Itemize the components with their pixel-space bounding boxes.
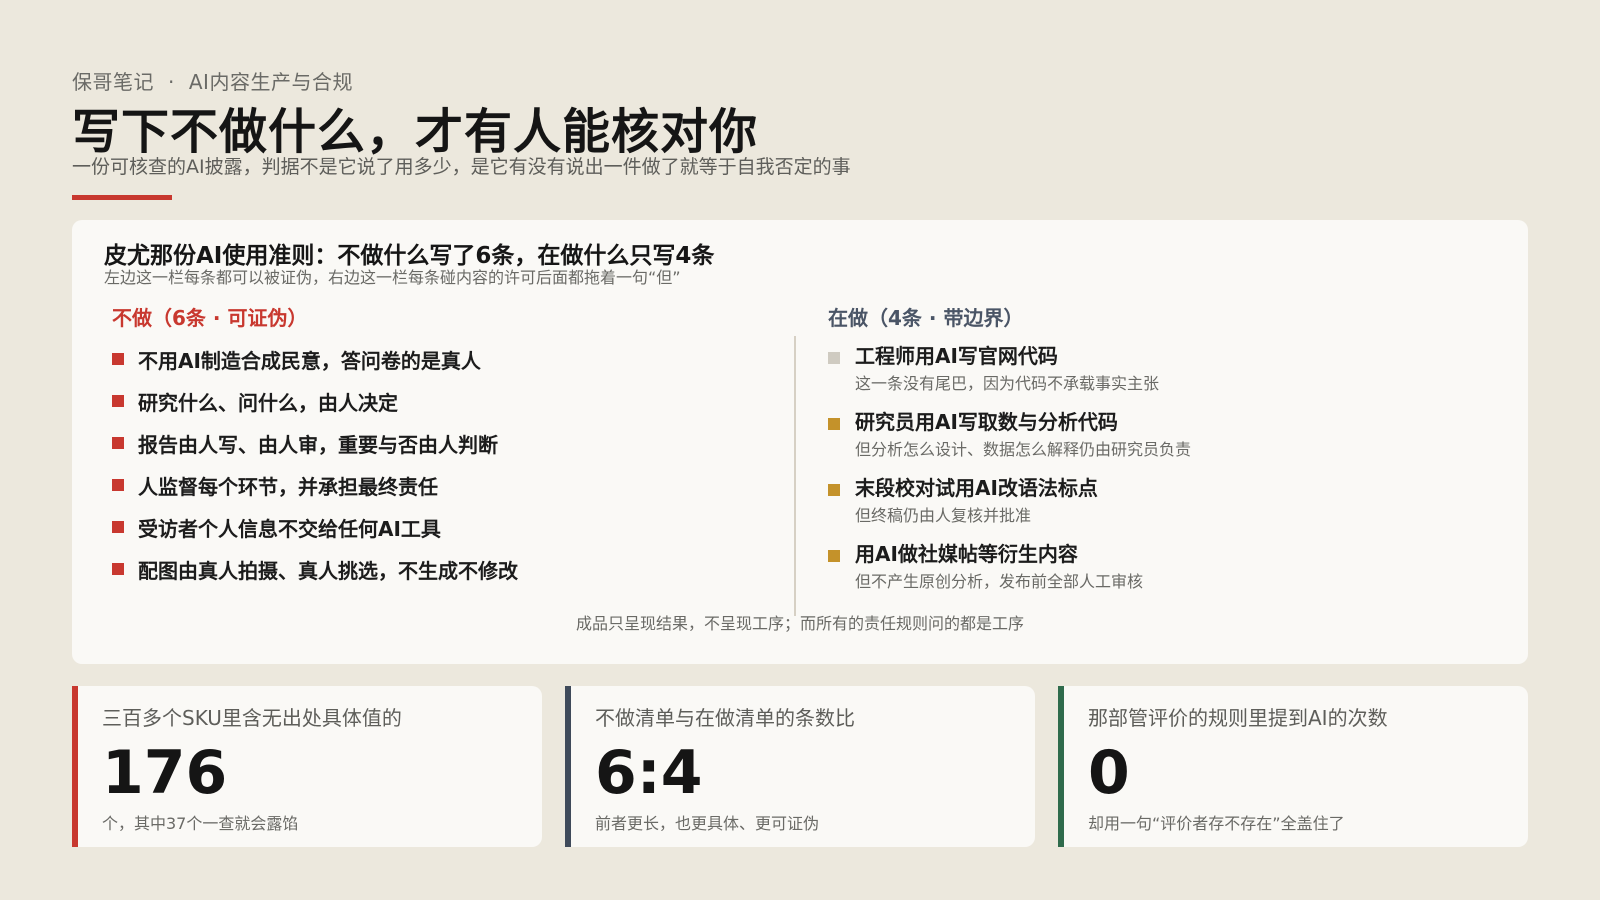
stat-card-sku: 三百多个SKU里含无出处具体值的 176 个，其中37个一查就会露馅 <box>72 686 542 847</box>
dont-item-text: 人监督每个环节，并承担最终责任 <box>138 474 438 499</box>
stat-label: 三百多个SKU里含无出处具体值的 <box>102 706 402 730</box>
column-divider <box>794 336 796 616</box>
dont-column-heading: 不做（6条 · 可证伪） <box>112 306 308 330</box>
do-list-item: 工程师用AI写官网代码 这一条没有尾巴，因为代码不承载事实主张 <box>828 338 1488 404</box>
red-square-bullet-icon <box>112 479 124 491</box>
dont-list-item: 报告由人写、由人审，重要与否由人判断 <box>112 422 752 464</box>
stat-accent-bar <box>72 686 78 847</box>
stat-note: 前者更长，也更具体、更可证伪 <box>595 814 820 833</box>
do-item-text: 末段校对试用AI改语法标点 <box>855 476 1098 500</box>
dont-item-text: 不用AI制造合成民意，答问卷的是真人 <box>138 348 481 373</box>
square-bullet-icon <box>828 484 840 496</box>
red-square-bullet-icon <box>112 437 124 449</box>
stat-card-ratio: 不做清单与在做清单的条数比 6:4 前者更长，也更具体、更可证伪 <box>565 686 1035 847</box>
stat-value: 176 <box>102 738 228 808</box>
stat-note: 却用一句“评价者存不存在”全盖住了 <box>1088 814 1345 833</box>
do-item-caveat: 这一条没有尾巴，因为代码不承载事实主张 <box>855 374 1160 393</box>
kicker-separator: · <box>168 70 175 94</box>
do-list: 工程师用AI写官网代码 这一条没有尾巴，因为代码不承载事实主张 研究员用AI写取… <box>828 338 1488 602</box>
do-list-item: 研究员用AI写取数与分析代码 但分析怎么设计、数据怎么解释仍由研究员负责 <box>828 404 1488 470</box>
dont-list-item: 配图由真人拍摄、真人挑选，不生成不修改 <box>112 548 752 590</box>
kicker-topic: AI内容生产与合规 <box>188 70 353 94</box>
red-square-bullet-icon <box>112 395 124 407</box>
do-item-caveat: 但分析怎么设计、数据怎么解释仍由研究员负责 <box>855 440 1192 459</box>
do-item-text: 用AI做社媒帖等衍生内容 <box>855 542 1078 566</box>
stat-note: 个，其中37个一查就会露馅 <box>102 814 299 833</box>
stat-card-ai-mentions: 那部管评价的规则里提到AI的次数 0 却用一句“评价者存不存在”全盖住了 <box>1058 686 1528 847</box>
red-square-bullet-icon <box>112 521 124 533</box>
square-bullet-icon <box>828 352 840 364</box>
dont-list-item: 不用AI制造合成民意，答问卷的是真人 <box>112 338 752 380</box>
red-square-bullet-icon <box>112 563 124 575</box>
page-subtitle: 一份可核查的AI披露，判据不是它说了用多少，是它有没有说出一件做了就等于自我否定… <box>72 156 851 178</box>
title-accent-bar <box>72 195 172 200</box>
stat-value: 0 <box>1088 738 1130 808</box>
do-item-text: 工程师用AI写官网代码 <box>855 344 1058 368</box>
stat-accent-bar <box>1058 686 1064 847</box>
guidelines-card: 皮尤那份AI使用准则：不做什么写了6条，在做什么只写4条 左边这一栏每条都可以被… <box>72 220 1528 664</box>
square-bullet-icon <box>828 418 840 430</box>
stat-label: 那部管评价的规则里提到AI的次数 <box>1088 706 1388 730</box>
square-bullet-icon <box>828 550 840 562</box>
dont-list-item: 受访者个人信息不交给任何AI工具 <box>112 506 752 548</box>
stat-accent-bar <box>565 686 571 847</box>
dont-item-text: 受访者个人信息不交给任何AI工具 <box>138 516 441 541</box>
card-footnote: 成品只呈现结果，不呈现工序；而所有的责任规则问的都是工序 <box>575 614 1024 633</box>
card-subtitle: 左边这一栏每条都可以被证伪，右边这一栏每条碰内容的许可后面都拖着一句“但” <box>104 268 681 287</box>
dont-list-item: 研究什么、问什么，由人决定 <box>112 380 752 422</box>
dont-item-text: 配图由真人拍摄、真人挑选，不生成不修改 <box>138 558 518 583</box>
do-item-caveat: 但不产生原创分析，发布前全部人工审核 <box>855 572 1144 591</box>
do-list-item: 末段校对试用AI改语法标点 但终稿仍由人复核并批准 <box>828 470 1488 536</box>
do-item-text: 研究员用AI写取数与分析代码 <box>855 410 1118 434</box>
dont-item-text: 报告由人写、由人审，重要与否由人判断 <box>138 432 498 457</box>
kicker: 保哥笔记 · AI内容生产与合规 <box>72 66 353 95</box>
kicker-source: 保哥笔记 <box>72 70 154 94</box>
do-list-item: 用AI做社媒帖等衍生内容 但不产生原创分析，发布前全部人工审核 <box>828 536 1488 602</box>
do-item-caveat: 但终稿仍由人复核并批准 <box>855 506 1032 525</box>
dont-item-text: 研究什么、问什么，由人决定 <box>138 390 398 415</box>
red-square-bullet-icon <box>112 353 124 365</box>
dont-list-item: 人监督每个环节，并承担最终责任 <box>112 464 752 506</box>
do-column-heading: 在做（4条 · 带边界） <box>828 306 1024 330</box>
stat-value: 6:4 <box>595 738 703 808</box>
dont-list: 不用AI制造合成民意，答问卷的是真人 研究什么、问什么，由人决定 报告由人写、由… <box>112 338 752 590</box>
stat-label: 不做清单与在做清单的条数比 <box>595 706 855 730</box>
